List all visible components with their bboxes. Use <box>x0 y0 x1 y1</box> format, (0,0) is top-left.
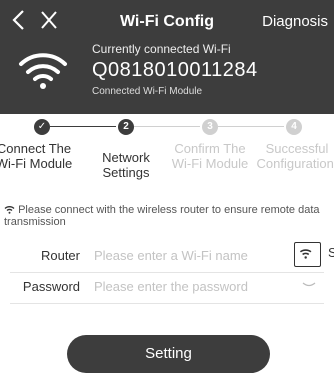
wifi-scan-icon <box>299 249 312 259</box>
password-input[interactable] <box>94 276 294 296</box>
connected-wifi-label: Currently connected Wi-Fi <box>92 42 231 56</box>
wifi-small-icon <box>4 206 15 214</box>
wifi-icon <box>19 53 67 89</box>
step-dot-3: 3 <box>202 119 218 135</box>
router-input[interactable] <box>94 245 294 265</box>
progress-stepper: ✓ 2 3 4 Connect The Wi-Fi Module Network… <box>0 116 334 196</box>
password-label: Password <box>22 279 80 294</box>
setting-button[interactable]: Setting <box>67 335 270 373</box>
step-connector-3 <box>218 126 284 127</box>
step-dot-4: 4 <box>286 119 302 135</box>
header-bar: Wi-Fi Config Diagnosis Currently connect… <box>0 0 334 114</box>
step-label-1: Connect The Wi-Fi Module <box>0 141 73 171</box>
connected-module-label: Connected Wi-Fi Module <box>92 86 203 97</box>
password-divider <box>10 303 324 304</box>
router-label: Router <box>40 248 80 263</box>
connection-hint: Please connect with the wireless router … <box>4 204 334 228</box>
step-label-2: Network Settings <box>102 150 150 180</box>
step-connector-2 <box>134 126 200 127</box>
step-connector-1 <box>50 126 116 127</box>
edge-text: S <box>328 245 334 260</box>
step-label-4: Successful Configuration. <box>256 141 334 171</box>
connection-hint-text: Please connect with the wireless router … <box>4 204 320 228</box>
diagnosis-link[interactable]: Diagnosis <box>262 13 328 30</box>
step-dot-1: ✓ <box>34 119 50 135</box>
step-dot-2: 2 <box>118 119 134 135</box>
step-label-3: Confirm The Wi-Fi Module <box>171 141 249 171</box>
password-row: Password <box>0 264 334 304</box>
connected-ssid: Q0818010011284 <box>92 59 258 81</box>
eye-closed-icon[interactable] <box>302 281 316 289</box>
